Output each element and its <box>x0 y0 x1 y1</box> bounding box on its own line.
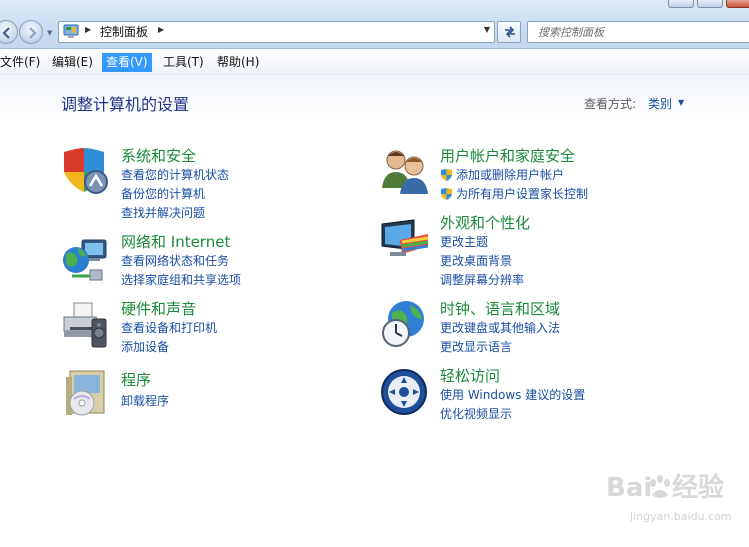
maximize-button[interactable] <box>697 0 723 8</box>
forward-button[interactable] <box>19 20 43 44</box>
ease-of-access-icon[interactable] <box>380 368 430 418</box>
view-by-label: 查看方式: <box>584 97 637 111</box>
uac-shield-icon <box>441 188 452 200</box>
address-bar[interactable]: ▶ 控制面板 ▶ ▼ <box>58 21 495 43</box>
link-view-network-status[interactable]: 查看网络状态和任务 <box>121 254 229 269</box>
category-appearance[interactable]: 外观和个性化 <box>440 214 530 232</box>
minimize-button[interactable] <box>668 0 694 8</box>
paw-icon <box>650 475 670 498</box>
breadcrumb-separator-icon[interactable]: ▶ <box>85 25 91 34</box>
menu-tools[interactable]: 工具(T) <box>159 53 208 72</box>
category-ease-of-access[interactable]: 轻松访问 <box>440 367 500 385</box>
category-hardware-sound[interactable]: 硬件和声音 <box>121 300 196 318</box>
link-troubleshoot[interactable]: 查找并解决问题 <box>121 206 205 221</box>
category-system-security[interactable]: 系统和安全 <box>121 147 196 165</box>
link-view-devices-printers[interactable]: 查看设备和打印机 <box>121 321 217 336</box>
search-box[interactable] <box>527 21 749 43</box>
breadcrumb-separator-icon[interactable]: ▶ <box>158 25 164 34</box>
link-screen-resolution[interactable]: 调整屏幕分辨率 <box>440 273 524 288</box>
breadcrumb-control-panel[interactable]: 控制面板 <box>100 25 148 40</box>
link-change-keyboard[interactable]: 更改键盘或其他输入法 <box>440 321 560 336</box>
printer-icon[interactable] <box>60 301 110 351</box>
menu-view[interactable]: 查看(V) <box>102 53 152 72</box>
view-by-dropdown[interactable]: 类别 <box>648 97 672 112</box>
control-panel-icon <box>63 24 79 38</box>
category-network-internet[interactable]: 网络和 Internet <box>121 233 230 251</box>
link-homegroup-sharing[interactable]: 选择家庭组和共享选项 <box>121 273 241 288</box>
watermark-brand: Bai <box>606 473 653 503</box>
link-windows-recommended-settings[interactable]: 使用 Windows 建议的设置 <box>440 388 585 403</box>
programs-disc-icon[interactable] <box>60 369 110 419</box>
link-change-display-language[interactable]: 更改显示语言 <box>440 340 512 355</box>
category-clock-language-region[interactable]: 时钟、语言和区域 <box>440 300 560 318</box>
watermark-url: jingyan.baidu.com <box>630 510 732 523</box>
search-input[interactable] <box>528 22 749 42</box>
monitor-palette-icon[interactable] <box>380 216 430 266</box>
menu-bar: 文件(F) 编辑(E) 查看(V) 工具(T) 帮助(H) <box>0 50 749 75</box>
category-user-accounts[interactable]: 用户帐户和家庭安全 <box>440 147 575 165</box>
link-uninstall-program[interactable]: 卸载程序 <box>121 394 169 409</box>
watermark-brand-suffix: 经验 <box>672 473 725 503</box>
refresh-icon <box>505 26 515 38</box>
back-arrow-icon <box>2 27 10 39</box>
baidu-watermark: Bai 经验 jingyan.baidu.com <box>574 465 744 535</box>
forward-arrow-icon <box>29 27 37 39</box>
close-button[interactable] <box>726 0 749 8</box>
link-add-device[interactable]: 添加设备 <box>121 340 169 355</box>
address-toolbar: ▼ ▶ 控制面板 ▶ ▼ <box>0 0 749 49</box>
link-view-computer-status[interactable]: 查看您的计算机状态 <box>121 168 229 183</box>
uac-shield-icon <box>441 169 452 181</box>
link-add-remove-accounts[interactable]: 添加或删除用户帐户 <box>456 168 564 183</box>
link-optimize-video-display[interactable]: 优化视频显示 <box>440 407 512 422</box>
menu-file[interactable]: 文件(F) <box>0 53 44 72</box>
link-parental-controls[interactable]: 为所有用户设置家长控制 <box>456 187 588 202</box>
page-title: 调整计算机的设置 <box>61 95 190 114</box>
menu-edit[interactable]: 编辑(E) <box>48 53 97 72</box>
control-panel-content: 调整计算机的设置 查看方式: 类别 ▼ 系统和安全 查看您的计算机状态 备份您的… <box>0 76 749 547</box>
recent-pages-dropdown-icon[interactable]: ▼ <box>47 29 52 37</box>
category-programs[interactable]: 程序 <box>121 371 151 389</box>
back-button[interactable] <box>0 20 18 44</box>
shield-icon[interactable] <box>60 146 110 196</box>
link-change-theme[interactable]: 更改主题 <box>440 235 488 250</box>
link-backup-computer[interactable]: 备份您的计算机 <box>121 187 205 202</box>
clock-globe-icon[interactable] <box>380 299 430 349</box>
link-change-background[interactable]: 更改桌面背景 <box>440 254 512 269</box>
network-globe-icon[interactable] <box>60 236 110 286</box>
view-by-dropdown-icon[interactable]: ▼ <box>678 98 684 107</box>
users-icon[interactable] <box>380 146 430 196</box>
menu-help[interactable]: 帮助(H) <box>213 53 263 72</box>
refresh-button[interactable] <box>497 21 521 43</box>
address-history-dropdown-icon[interactable]: ▼ <box>484 25 490 34</box>
